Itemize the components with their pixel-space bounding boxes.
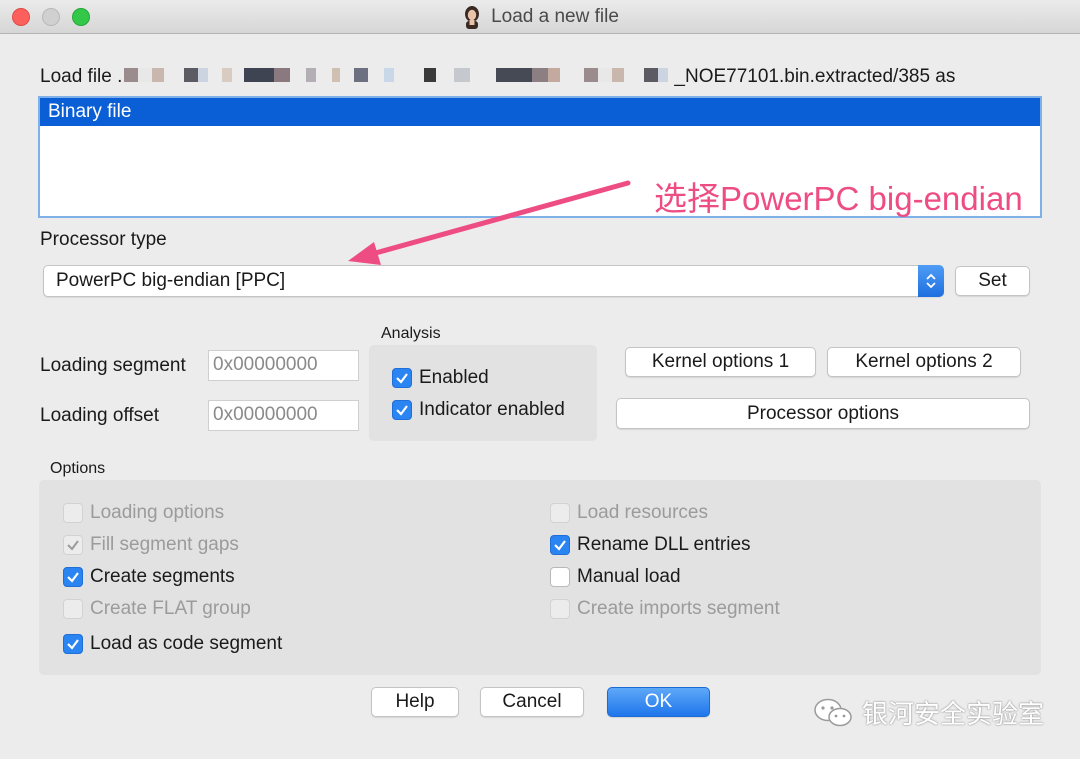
option-label: Create imports segment xyxy=(577,598,780,619)
ida-app-icon xyxy=(465,6,480,29)
option-load-resources[interactable]: Load resources xyxy=(550,502,708,524)
options-title: Options xyxy=(50,460,106,477)
check-icon xyxy=(396,373,408,384)
checkbox-checked-icon[interactable] xyxy=(63,535,83,555)
processor-type-value: PowerPC big-endian [PPC] xyxy=(56,270,286,291)
option-create-segments[interactable]: Create segments xyxy=(63,566,235,588)
load-file-label: Load file . _NOE77101.bin.extracted/385 a… xyxy=(40,66,955,88)
check-icon xyxy=(67,639,79,650)
option-load-as-code-segment[interactable]: Load as code segment xyxy=(63,633,282,655)
check-icon xyxy=(396,405,408,416)
kernel-options-2-button[interactable]: Kernel options 2 xyxy=(827,347,1021,377)
title-wrap: Load a new file xyxy=(0,0,1080,34)
loading-offset-label: Loading offset xyxy=(40,405,160,426)
check-icon xyxy=(67,540,79,551)
checkbox-unchecked-icon[interactable] xyxy=(550,567,570,587)
list-item[interactable]: Binary file xyxy=(40,98,1040,126)
checkbox-checked-icon[interactable] xyxy=(63,567,83,587)
checkbox-unchecked-icon[interactable] xyxy=(63,599,83,619)
loading-segment-field[interactable]: 0x00000000 xyxy=(208,350,359,381)
option-label: Create FLAT group xyxy=(90,598,251,619)
option-label: Loading options xyxy=(90,502,225,523)
option-manual-load[interactable]: Manual load xyxy=(550,566,681,588)
loading-segment-label: Loading segment xyxy=(40,355,186,376)
watermark: 银河安全实验室 xyxy=(812,694,1044,731)
option-create-flat-group[interactable]: Create FLAT group xyxy=(63,598,251,620)
check-icon xyxy=(554,540,566,551)
chevron-down-icon xyxy=(926,282,936,289)
check-icon xyxy=(67,572,79,583)
kernel-options-1-button[interactable]: Kernel options 1 xyxy=(625,347,816,377)
option-loading-options[interactable]: Loading options xyxy=(63,502,224,524)
checkbox-unchecked-icon[interactable] xyxy=(63,503,83,523)
processor-options-button[interactable]: Processor options xyxy=(616,398,1030,429)
checkbox-checked-icon[interactable] xyxy=(392,400,412,420)
checkbox-unchecked-icon[interactable] xyxy=(550,599,570,619)
loading-offset-field[interactable]: 0x00000000 xyxy=(208,400,359,431)
option-label: Fill segment gaps xyxy=(90,534,239,555)
option-rename-dll-entries[interactable]: Rename DLL entries xyxy=(550,534,751,556)
analysis-title: Analysis xyxy=(381,325,441,342)
option-label: Manual load xyxy=(577,566,681,587)
option-label: Create segments xyxy=(90,566,235,587)
watermark-text: 银河安全实验室 xyxy=(862,699,1045,729)
load-file-prefix: Load file . xyxy=(40,66,123,87)
indicator-enabled-row[interactable]: Indicator enabled xyxy=(392,399,565,421)
analysis-enabled-row[interactable]: Enabled xyxy=(392,367,489,389)
checkbox-unchecked-icon[interactable] xyxy=(550,503,570,523)
checkbox-checked-icon[interactable] xyxy=(63,634,83,654)
help-button[interactable]: Help xyxy=(371,687,459,717)
title-bar: Load a new file xyxy=(0,0,1080,34)
window-title: Load a new file xyxy=(491,6,619,27)
analysis-panel xyxy=(369,345,597,441)
analysis-enabled-label: Enabled xyxy=(419,367,489,388)
set-button[interactable]: Set xyxy=(955,266,1030,296)
checkbox-checked-icon[interactable] xyxy=(392,368,412,388)
option-fill-segment-gaps[interactable]: Fill segment gaps xyxy=(63,534,239,556)
option-create-imports-segment[interactable]: Create imports segment xyxy=(550,598,780,620)
cancel-button[interactable]: Cancel xyxy=(480,687,584,717)
load-file-suffix: _NOE77101.bin.extracted/385 as xyxy=(674,66,956,87)
annotation-text: 选择PowerPC big-endian xyxy=(654,180,1023,217)
chevron-up-icon xyxy=(926,273,936,280)
redacted-path xyxy=(124,68,673,83)
processor-type-select[interactable]: PowerPC big-endian [PPC] xyxy=(43,265,944,297)
option-label: Load as code segment xyxy=(90,633,283,654)
option-label: Rename DLL entries xyxy=(577,534,751,555)
checkbox-checked-icon[interactable] xyxy=(550,535,570,555)
wechat-icon xyxy=(814,698,852,726)
option-label: Load resources xyxy=(577,502,708,523)
ok-button[interactable]: OK xyxy=(607,687,710,717)
select-stepper[interactable] xyxy=(918,265,944,297)
indicator-enabled-label: Indicator enabled xyxy=(419,399,565,420)
processor-type-label: Processor type xyxy=(40,229,167,250)
